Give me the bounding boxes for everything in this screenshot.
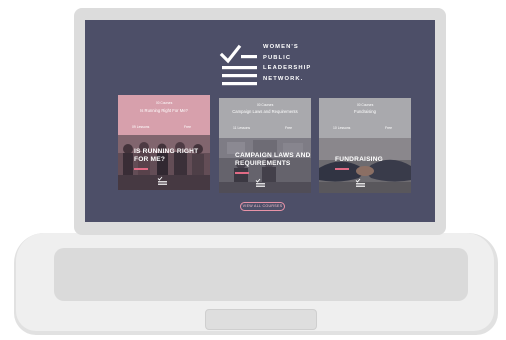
checkmark-list-icon	[219, 44, 257, 86]
course-card-fundraising[interactable]: 00 Courses Fundraising 10 Lessons Free F…	[319, 98, 411, 193]
logo-wordmark: WOMEN'S PUBLIC LEADERSHIP NETWORK.	[263, 42, 311, 84]
logo-line: NETWORK.	[263, 75, 304, 82]
view-all-courses-button[interactable]: VIEW ALL COURSES	[240, 202, 285, 211]
logo-line: WOMEN'S	[263, 44, 299, 50]
course-title: FUNDRAISING	[335, 156, 383, 164]
lesson-count: 09 Lessons	[132, 125, 150, 129]
card-subtitle: Campaign Laws and Requirements	[232, 109, 298, 114]
laptop-keyboard-area	[54, 248, 468, 301]
course-title-line: FOR ME?	[134, 156, 166, 163]
course-count-label: 00 Courses	[257, 103, 274, 107]
wpln-logo[interactable]: WOMEN'S PUBLIC LEADERSHIP NETWORK.	[215, 39, 335, 95]
accent-bar	[134, 168, 148, 170]
lesson-count: 10 Lessons	[333, 126, 351, 130]
course-title-line: FUNDRAISING	[335, 156, 383, 163]
course-card-campaign-laws[interactable]: 00 Courses Campaign Laws and Requirement…	[219, 98, 311, 193]
price-label: Free	[285, 126, 292, 130]
course-title: IS RUNNING RIGHT FOR ME?	[134, 148, 198, 164]
logo-line: PUBLIC	[263, 54, 292, 61]
card-subtitle: Fundraising	[354, 109, 376, 114]
course-count-label: 00 Courses	[156, 101, 173, 105]
course-title-line: CAMPAIGN LAWS AND	[235, 152, 311, 159]
course-title-line: REQUIREMENTS	[235, 160, 291, 167]
wpln-mini-logo-icon	[157, 176, 167, 185]
course-title: CAMPAIGN LAWS AND REQUIREMENTS	[235, 152, 311, 168]
card-subtitle: Is Running Right For Me?	[140, 108, 188, 113]
accent-bar	[335, 168, 349, 170]
price-label: Free	[184, 125, 191, 129]
course-title-line: IS RUNNING RIGHT	[134, 148, 199, 155]
laptop-screen: WOMEN'S PUBLIC LEADERSHIP NETWORK. 00 Co…	[85, 20, 435, 222]
wpln-mini-logo-icon	[355, 178, 365, 187]
laptop-trackpad	[205, 309, 317, 330]
accent-bar	[235, 172, 249, 174]
price-label: Free	[385, 126, 392, 130]
logo-line: LEADERSHIP	[263, 65, 312, 72]
wpln-mini-logo-icon	[255, 178, 265, 187]
course-count-label: 00 Courses	[357, 103, 374, 107]
course-card-running[interactable]: 00 Courses Is Running Right For Me? 09 L…	[118, 95, 210, 190]
lesson-count: 11 Lessons	[233, 126, 251, 130]
